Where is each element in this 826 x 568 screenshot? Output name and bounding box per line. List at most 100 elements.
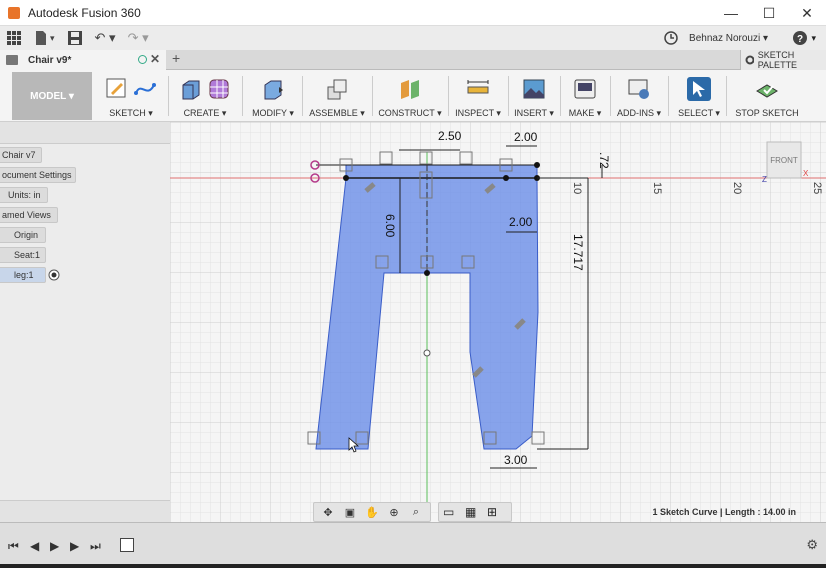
display-settings-icon[interactable]: ▭ xyxy=(443,505,463,519)
browser-units[interactable]: Units: in xyxy=(0,187,48,203)
insert-group[interactable]: INSERT ▾ xyxy=(512,74,556,120)
ribbon-divider xyxy=(668,76,669,116)
spline-icon[interactable] xyxy=(133,77,157,101)
sketch-point[interactable] xyxy=(424,270,430,276)
measure-icon[interactable] xyxy=(466,77,490,101)
add-ins-group[interactable]: ADD-INS ▾ xyxy=(614,74,664,120)
modify-group-label: MODIFY ▾ xyxy=(252,108,294,118)
browser-leg-active[interactable]: leg:1 xyxy=(0,267,46,283)
maximize-button[interactable]: ☐ xyxy=(750,0,788,26)
dim-label[interactable]: 6.00 xyxy=(383,214,397,238)
orbit-icon[interactable]: ✥ xyxy=(318,504,338,520)
close-button[interactable]: ✕ xyxy=(788,0,826,26)
help-menu-button[interactable]: ? ▾ xyxy=(792,26,816,50)
dim-label[interactable]: 3.00 xyxy=(504,453,528,467)
data-panel-button[interactable] xyxy=(0,26,28,50)
play-icon[interactable]: ▶ xyxy=(50,539,59,553)
inspect-group[interactable]: INSPECT ▾ xyxy=(452,74,504,120)
activate-radio-icon[interactable] xyxy=(48,269,62,281)
sketch-point[interactable] xyxy=(534,162,540,168)
save-button[interactable] xyxy=(61,26,89,50)
file-icon xyxy=(36,31,46,45)
step-back-icon[interactable]: ◀ xyxy=(30,539,39,553)
dim-label[interactable]: 17.717 xyxy=(571,234,585,271)
origin-point[interactable] xyxy=(423,349,431,357)
viewports-icon[interactable]: ⊞ xyxy=(487,505,507,519)
offset-plane-icon[interactable] xyxy=(398,77,422,101)
x-axis-label: X xyxy=(803,169,809,178)
modify-group[interactable]: MODIFY ▾ xyxy=(250,74,296,120)
sketch-point[interactable] xyxy=(503,175,509,181)
step-forward-icon[interactable]: ▶ xyxy=(70,539,79,553)
browser-named-views[interactable]: amed Views xyxy=(0,207,58,223)
timeline-sketch-feature[interactable] xyxy=(120,538,134,552)
close-tab-button[interactable]: ✕ xyxy=(150,52,160,66)
window-title: Autodesk Fusion 360 xyxy=(28,5,141,20)
document-tab-title: Chair v9* xyxy=(28,54,72,66)
document-tab[interactable]: Chair v9* ✕ xyxy=(0,50,166,70)
extrude-icon[interactable] xyxy=(179,77,203,101)
create-sketch-icon[interactable] xyxy=(105,77,129,101)
assemble-group-label: ASSEMBLE ▾ xyxy=(309,108,365,118)
create-group[interactable]: CREATE ▾ xyxy=(174,74,236,120)
zoom-icon[interactable]: ⊕ xyxy=(384,504,404,520)
sketch-palette-label: SKETCH PALETTE xyxy=(757,50,798,70)
browser-root-item[interactable]: Chair v7 xyxy=(0,147,42,163)
browser-origin[interactable]: Origin xyxy=(0,227,46,243)
ribbon-divider xyxy=(372,76,373,116)
dim-label[interactable]: 2.00 xyxy=(509,215,533,229)
browser-footer xyxy=(0,500,170,522)
viewcube-face-label[interactable]: FRONT xyxy=(770,156,798,165)
stop-sketch-icon[interactable] xyxy=(755,77,779,101)
insert-image-icon[interactable] xyxy=(522,77,546,101)
ruler-label: 10 xyxy=(571,182,583,194)
workspace-switcher[interactable]: MODEL ▾ xyxy=(12,72,92,120)
toolbar-ribbon: MODEL ▾ SKETCH ▾ CREATE ▾ MODIFY ▾ ASSEM… xyxy=(0,70,826,122)
go-to-start-icon[interactable]: ⏮ xyxy=(8,539,19,554)
save-status-icon xyxy=(138,55,147,64)
user-account-menu[interactable]: Behnaz Norouzi ▾ xyxy=(689,26,768,50)
minimize-button[interactable]: — xyxy=(712,0,750,26)
timeline-settings-icon[interactable]: ⚙ xyxy=(806,537,818,553)
sketch-group[interactable]: SKETCH ▾ xyxy=(100,74,162,120)
3d-print-icon[interactable] xyxy=(573,77,597,101)
help-icon: ? xyxy=(793,31,808,45)
scripts-icon[interactable] xyxy=(627,77,651,101)
select-icon[interactable] xyxy=(687,77,711,101)
sketch-canvas[interactable]: 2.50 2.00 6.00 2.00 17.717 3.00 .72 10 1… xyxy=(170,122,826,522)
file-menu-button[interactable]: ▾ xyxy=(28,26,61,50)
stop-sketch-group[interactable]: STOP SKETCH xyxy=(732,74,802,120)
ribbon-divider xyxy=(560,76,561,116)
selection-status: 1 Sketch Curve | Length : 14.00 in xyxy=(652,507,796,517)
grid-settings-icon[interactable]: ▦ xyxy=(465,505,485,519)
construct-group[interactable]: CONSTRUCT ▾ xyxy=(376,74,444,120)
redo-button[interactable]: ↷ ▾ xyxy=(122,26,155,50)
quick-access-toolbar: ▾ ↶ ▾ ↷ ▾ Behnaz Norouzi ▾ ? ▾ xyxy=(0,26,826,50)
sketch-point[interactable] xyxy=(343,175,349,181)
assemble-group[interactable]: ASSEMBLE ▾ xyxy=(306,74,368,120)
go-to-end-icon[interactable]: ⏭ xyxy=(90,539,101,554)
title-bar: Autodesk Fusion 360 — ☐ ✕ xyxy=(0,0,826,26)
job-status-icon[interactable] xyxy=(664,26,678,50)
make-group[interactable]: MAKE ▾ xyxy=(564,74,606,120)
form-icon[interactable] xyxy=(207,77,231,101)
ribbon-divider xyxy=(242,76,243,116)
new-component-icon[interactable] xyxy=(325,77,349,101)
dim-label[interactable]: .72 xyxy=(597,152,611,169)
sketch-group-label: SKETCH ▾ xyxy=(109,108,153,118)
new-tab-button[interactable]: + xyxy=(172,50,180,66)
pan-icon[interactable]: ✋ xyxy=(362,504,382,520)
browser-seat[interactable]: Seat:1 xyxy=(0,247,46,263)
sketch-palette-tab[interactable]: SKETCH PALETTE xyxy=(740,50,826,70)
canvas-svg[interactable]: 2.50 2.00 6.00 2.00 17.717 3.00 .72 10 1… xyxy=(170,122,826,522)
press-pull-icon[interactable] xyxy=(261,77,285,101)
fit-icon[interactable]: ⌕ xyxy=(406,504,426,520)
browser-document-settings[interactable]: ocument Settings xyxy=(0,167,76,183)
construct-group-label: CONSTRUCT ▾ xyxy=(378,108,442,118)
undo-button[interactable]: ↶ ▾ xyxy=(89,26,122,50)
select-group[interactable]: SELECT ▾ xyxy=(676,74,722,120)
look-at-icon[interactable]: ▣ xyxy=(340,504,360,520)
dim-label[interactable]: 2.50 xyxy=(438,129,462,143)
browser-header xyxy=(0,122,170,144)
dim-label[interactable]: 2.00 xyxy=(514,130,538,144)
